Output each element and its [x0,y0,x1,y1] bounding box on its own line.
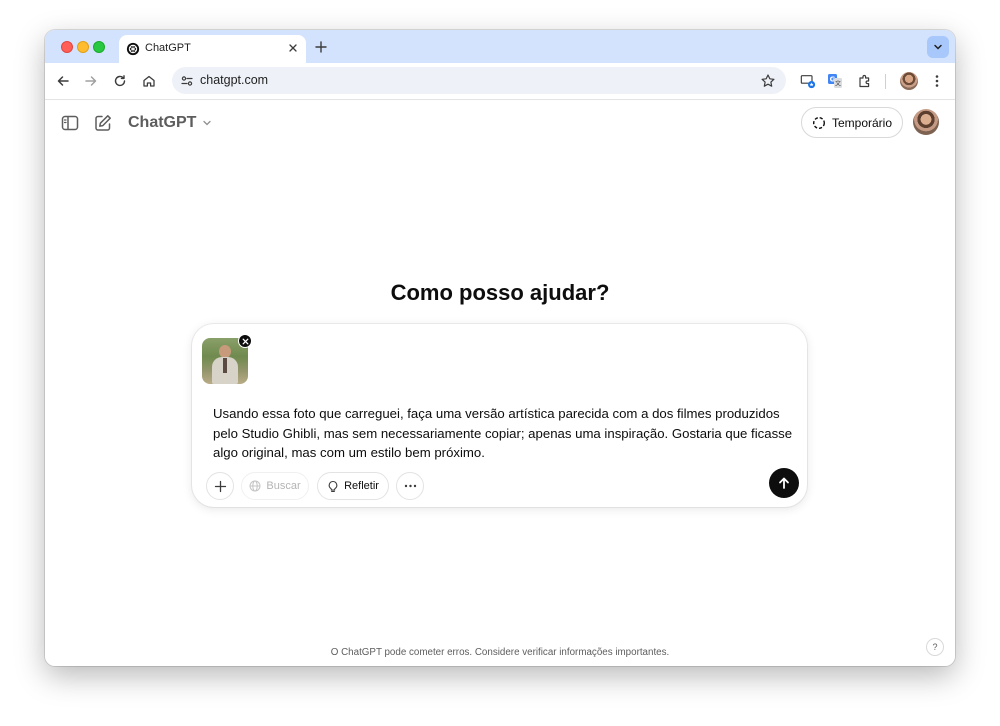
back-button[interactable] [55,73,71,89]
home-button[interactable] [141,73,157,89]
tab-search-button[interactable] [927,36,949,58]
globe-icon [249,480,261,492]
search-button[interactable]: Buscar [241,472,309,500]
extensions-button[interactable] [857,73,873,89]
site-settings-icon[interactable] [179,73,195,89]
translate-extension-button[interactable]: G 文 [827,73,843,89]
more-horizontal-icon [404,484,416,488]
reload-button[interactable] [112,73,128,89]
message-composer: Usando essa foto que carreguei, faça uma… [192,324,807,507]
plus-icon [214,480,226,492]
temporary-chat-button[interactable]: Temporário [801,107,903,138]
chevron-down-icon [934,44,942,50]
home-icon [143,75,155,87]
svg-text:文: 文 [835,80,841,88]
url-text: chatgpt.com [200,73,269,87]
arrow-up-icon [779,477,789,489]
chevron-down-icon [203,120,212,126]
new-chat-icon[interactable] [93,113,113,133]
fullscreen-window-button[interactable] [93,41,105,53]
openai-icon [126,42,140,56]
browser-tab[interactable]: ChatGPT [119,35,306,63]
more-vertical-icon [935,75,939,87]
temporary-label: Temporário [831,115,893,130]
profile-avatar[interactable] [900,72,918,90]
minimize-window-button[interactable] [77,41,89,53]
sidebar-toggle-icon[interactable] [60,113,80,133]
help-button[interactable]: ? [926,638,944,656]
brand-label: ChatGPT [128,114,197,131]
search-button-label: Buscar [266,480,301,492]
puzzle-icon [858,74,869,87]
arrow-right-icon [85,76,97,86]
disclaimer-text: O ChatGPT pode cometer erros. Considere … [330,647,670,658]
browser-window: ChatGPT chatgpt.com G 文 ChatGPT Temporár… [45,30,955,666]
forward-button[interactable] [83,73,99,89]
bookmark-star-icon[interactable] [760,73,776,89]
model-selector[interactable]: ChatGPT [128,114,212,132]
browser-menu-button[interactable] [929,73,945,89]
chat-page: ChatGPT Temporário Como posso ajudar? Us… [45,100,955,666]
translate-icon: G 文 [828,74,842,88]
toolbar-divider [885,74,886,89]
cast-extension-button[interactable] [800,73,816,89]
address-bar[interactable]: chatgpt.com [172,67,786,94]
browser-toolbar: chatgpt.com G 文 [45,63,955,100]
dashed-circle-icon [812,116,825,129]
arrow-left-icon [57,76,69,86]
more-tools-button[interactable] [396,472,424,500]
page-title: Como posso ajudar? [390,280,610,305]
attach-button[interactable] [206,472,234,500]
close-window-button[interactable] [61,41,73,53]
tab-title: ChatGPT [145,42,191,54]
tab-strip: ChatGPT [45,30,955,63]
remove-attachment-button[interactable] [238,334,252,348]
lightbulb-icon [328,480,338,492]
send-button[interactable] [769,468,799,498]
reason-button-label: Refletir [344,480,379,492]
new-tab-icon[interactable] [313,39,329,55]
reload-icon [114,75,126,87]
devices-icon [800,75,816,89]
reason-button[interactable]: Refletir [317,472,389,500]
user-avatar[interactable] [913,109,939,135]
close-icon [242,338,248,344]
close-tab-icon[interactable] [286,41,300,55]
prompt-textarea[interactable]: Usando essa foto que carreguei, faça uma… [213,404,793,463]
